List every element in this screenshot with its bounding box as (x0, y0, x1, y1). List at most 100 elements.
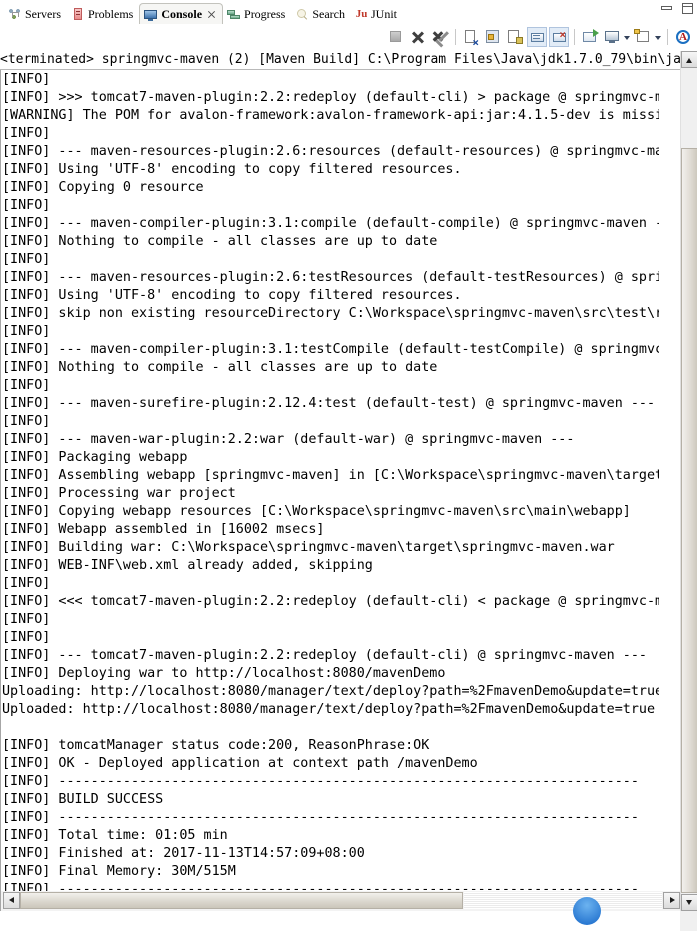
console-line: [INFO] Finished at: 2017-11-13T14:57:09+… (2, 846, 365, 861)
taskbar-blue-orb (573, 897, 601, 925)
console-line: [INFO] BUILD SUCCESS (2, 792, 164, 807)
tab-problems[interactable]: Problems (67, 3, 139, 25)
tab-label: Console (161, 7, 203, 21)
console-line: [INFO] WEB-INF\web.xml already added, sk… (2, 558, 373, 573)
console-line: [INFO] >>> tomcat7-maven-plugin:2.2:rede… (2, 90, 659, 105)
console-line: [INFO] Assembling webapp [springmvc-mave… (2, 468, 659, 483)
toolbar-separator (574, 29, 575, 45)
console-line: [INFO] Total time: 01:05 min (2, 828, 228, 843)
console-line: [INFO] --- maven-resources-plugin:2.6:te… (2, 270, 659, 285)
console-line: [INFO] --- maven-surefire-plugin:2.12.4:… (2, 396, 656, 411)
vertical-scroll-thumb[interactable] (681, 148, 697, 893)
ant-console-button[interactable] (673, 27, 693, 47)
console-line: [INFO] (2, 414, 59, 429)
eclipse-console-view: Servers Problems Console Progress Search Ju JU… (0, 0, 697, 931)
console-line: [INFO] ---------------------------------… (2, 774, 639, 789)
tab-label: Progress (244, 6, 286, 21)
console-toolbar (0, 24, 697, 50)
console-line: [INFO] (2, 72, 59, 87)
console-line: [INFO] (2, 198, 59, 213)
word-wrap-button[interactable] (505, 27, 525, 47)
console-line: [INFO] Nothing to compile - all classes … (2, 234, 438, 249)
console-line: [INFO] (2, 612, 59, 627)
scroll-lock-button[interactable] (483, 27, 503, 47)
console-line: [INFO] Nothing to compile - all classes … (2, 360, 438, 375)
toolbar-separator (667, 29, 668, 45)
console-line: [INFO] tomcatManager status code:200, Re… (2, 738, 430, 753)
tab-label: Servers (25, 6, 61, 21)
console-line: [INFO] --- maven-resources-plugin:2.6:re… (2, 144, 659, 159)
remove-all-terminated-button[interactable] (430, 27, 450, 47)
tab-junit[interactable]: Ju JUnit (351, 3, 403, 25)
console-line: [INFO] ---------------------------------… (2, 810, 639, 825)
console-line: [INFO] Deploying war to http://localhost… (2, 666, 454, 681)
console-line: [INFO] Processing war project (2, 486, 236, 501)
horizontal-scroll-thumb[interactable] (20, 892, 463, 909)
display-selected-console-button[interactable] (602, 27, 622, 47)
console-line: [INFO] --- maven-compiler-plugin:3.1:tes… (2, 342, 659, 357)
junit-icon: Ju (355, 8, 368, 20)
tab-list: Servers Problems Console Progress Search Ju JU… (0, 0, 403, 25)
scroll-up-arrow-icon[interactable] (681, 51, 697, 68)
show-console-on-output-button[interactable] (527, 27, 547, 47)
tab-progress[interactable]: Progress (223, 3, 291, 25)
console-line: [INFO] (2, 576, 59, 591)
console-line: [INFO] Using 'UTF-8' encoding to copy fi… (2, 162, 462, 177)
console-line: Uploaded: http://localhost:8080/manager/… (2, 702, 659, 717)
toolbar-separator (455, 29, 456, 45)
console-line: [INFO] --- maven-war-plugin:2.2:war (def… (2, 432, 575, 447)
console-line: [INFO] Webapp assembled in [16002 msecs] (2, 522, 325, 537)
horizontal-scroll-track[interactable] (464, 892, 662, 909)
tab-label: JUnit (371, 6, 398, 21)
console-line: [INFO] --- tomcat7-maven-plugin:2.2:rede… (2, 648, 647, 663)
console-line: [INFO] Copying 0 resource (2, 180, 204, 195)
new-console-view-dropdown[interactable] (654, 27, 663, 47)
console-line: [INFO] skip non existing resourceDirecto… (2, 306, 659, 321)
minimize-icon[interactable] (661, 4, 672, 13)
new-console-view-button[interactable] (633, 27, 653, 47)
scrollbar-corner (680, 911, 697, 931)
tab-label: Search (312, 6, 346, 21)
vertical-scrollbar[interactable] (680, 51, 697, 911)
progress-icon (227, 7, 241, 21)
console-line: [INFO] Final Memory: 30M/515M (2, 864, 236, 879)
view-tab-bar: Servers Problems Console Progress Search Ju JU… (0, 0, 697, 25)
console-line: [INFO] (2, 630, 59, 645)
scroll-right-arrow-icon[interactable] (663, 892, 680, 909)
problems-icon (71, 7, 85, 21)
console-line: [INFO] OK - Deployed application at cont… (2, 756, 478, 771)
console-line: [INFO] (2, 324, 59, 339)
console-line: [WARNING] The POM for avalon-framework:a… (2, 108, 659, 123)
tab-search[interactable]: Search (291, 3, 351, 25)
console-line: [INFO] <<< tomcat7-maven-plugin:2.2:rede… (2, 594, 659, 609)
console-line: [INFO] (2, 126, 59, 141)
scroll-left-arrow-icon[interactable] (3, 892, 20, 909)
clear-console-button[interactable] (461, 27, 481, 47)
tab-console[interactable]: Console (139, 3, 224, 25)
console-line: [INFO] --- maven-compiler-plugin:3.1:com… (2, 216, 659, 231)
servers-icon (8, 7, 22, 21)
close-icon[interactable] (207, 10, 216, 19)
scroll-down-arrow-icon[interactable] (681, 894, 697, 911)
console-line: [INFO] Copying webapp resources [C:\Work… (2, 504, 631, 519)
tab-servers[interactable]: Servers (4, 3, 67, 25)
terminate-button[interactable] (386, 27, 406, 47)
maximize-icon[interactable] (682, 3, 693, 14)
search-icon (295, 7, 309, 21)
console-line: [INFO] (2, 252, 59, 267)
console-line: [INFO] Using 'UTF-8' encoding to copy fi… (2, 288, 462, 303)
console-output-panel[interactable]: [INFO] [INFO] >>> tomcat7-maven-plugin:2… (0, 70, 697, 925)
window-controls (661, 3, 693, 14)
console-line: [INFO] Building war: C:\Workspace\spring… (2, 540, 615, 555)
console-line: [INFO] (2, 378, 59, 393)
console-line: Uploading: http://localhost:8080/manager… (2, 684, 659, 699)
console-text[interactable]: [INFO] [INFO] >>> tomcat7-maven-plugin:2… (2, 70, 659, 908)
remove-launch-button[interactable] (408, 27, 428, 47)
console-line: [INFO] Packaging webapp (2, 450, 188, 465)
show-console-on-error-button[interactable] (549, 27, 569, 47)
display-selected-console-dropdown[interactable] (623, 27, 632, 47)
horizontal-scrollbar[interactable] (1, 891, 681, 925)
tab-label: Problems (88, 6, 134, 21)
open-console-button[interactable] (580, 27, 600, 47)
